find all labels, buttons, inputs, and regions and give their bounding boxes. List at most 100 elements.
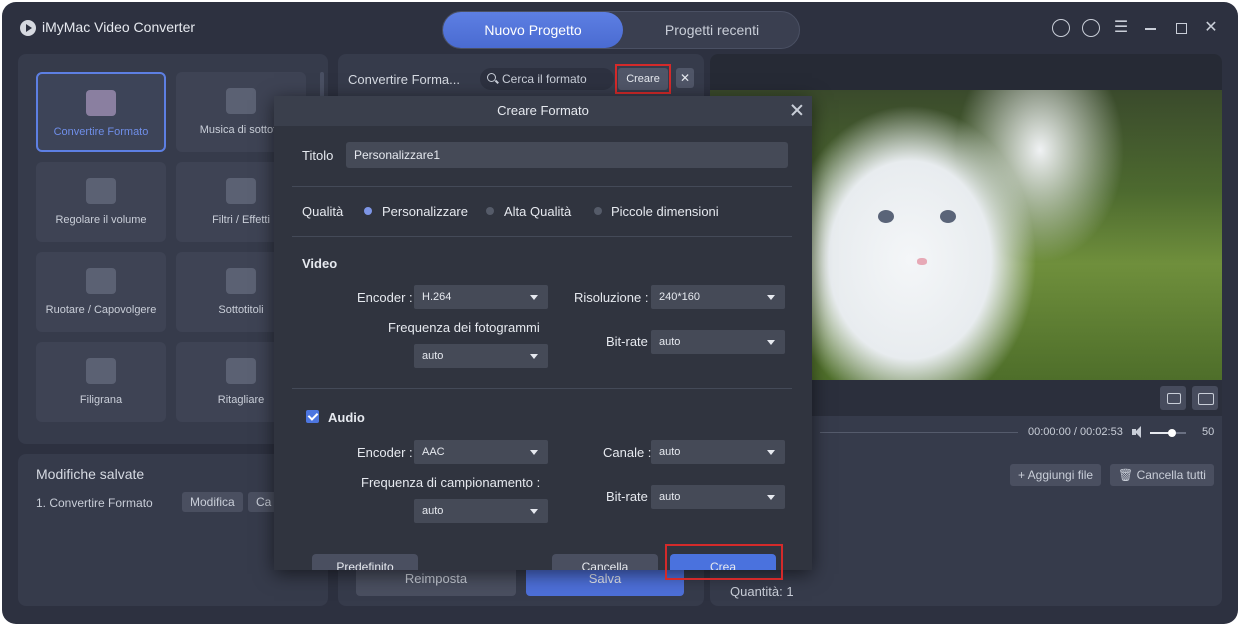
quality-option-high[interactable]: Alta Qualità [504, 204, 571, 219]
quality-radio-high[interactable] [486, 207, 494, 215]
crop-icon [226, 358, 256, 384]
dialog-close-icon[interactable] [790, 103, 804, 117]
saved-changes-title: Modifiche salvate [36, 466, 145, 482]
audio-checkbox[interactable] [306, 410, 319, 423]
sample-rate-select[interactable]: auto [414, 499, 548, 523]
channel-select[interactable]: auto [651, 440, 785, 464]
gear-icon[interactable] [1082, 19, 1100, 37]
channel-value: auto [659, 446, 681, 458]
resolution-value: 240*160 [659, 291, 700, 303]
chevron-down-icon [530, 450, 538, 455]
frame-rate-value: auto [422, 350, 444, 362]
volume-slider[interactable] [1150, 429, 1186, 437]
add-file-button[interactable]: + Aggiungi file [1010, 464, 1102, 486]
audio-bitrate-value: auto [659, 491, 681, 503]
search-placeholder: Cerca il formato [502, 72, 587, 86]
format-search-input[interactable]: Cerca il formato [480, 68, 614, 90]
convert-format-icon [86, 90, 116, 116]
video-encoder-value: H.264 [422, 291, 452, 303]
video-frame-detail [940, 210, 956, 223]
sample-rate-value: auto [422, 505, 444, 517]
cancel-button[interactable]: Cancella [552, 554, 658, 570]
saved-item: 1. Convertire Formato [36, 496, 153, 510]
quality-option-small[interactable]: Piccole dimensioni [611, 204, 719, 219]
tab-recent-projects[interactable]: Progetti recenti [623, 12, 801, 48]
modify-button[interactable]: Modifica [182, 492, 243, 512]
video-frame-detail [878, 210, 894, 223]
music-icon [226, 88, 256, 114]
tool-label: Convertire Formato [53, 126, 149, 138]
quality-radio-custom[interactable] [364, 207, 372, 215]
tool-label: Ruotare / Capovolgere [45, 304, 157, 316]
video-bitrate-select[interactable]: auto [651, 330, 785, 354]
filters-icon [226, 178, 256, 204]
create-highlight-box [615, 64, 671, 94]
video-encoder-select[interactable]: H.264 [414, 285, 548, 309]
tool-rotate-flip[interactable]: Ruotare / Capovolgere [36, 252, 166, 332]
chevron-down-icon [767, 495, 775, 500]
divider [292, 236, 792, 237]
tool-watermark[interactable]: Filigrana [36, 342, 166, 422]
chevron-down-icon [530, 509, 538, 514]
video-frame-detail [917, 258, 927, 265]
title-label: Titolo [302, 148, 334, 163]
window-controls: ☰ ✕ [1052, 18, 1220, 38]
account-icon[interactable] [1052, 19, 1070, 37]
chevron-down-icon [530, 295, 538, 300]
audio-encoder-select[interactable]: AAC [414, 440, 548, 464]
resolution-select[interactable]: 240*160 [651, 285, 785, 309]
subtitles-icon [226, 268, 256, 294]
preview-top-bar [710, 54, 1222, 90]
playback-timeline[interactable] [820, 432, 1018, 433]
camera-icon[interactable] [1160, 386, 1186, 410]
video-bitrate-value: auto [659, 336, 681, 348]
format-panel-title: Convertire Forma... [348, 72, 460, 87]
volume-value: 50 [1202, 426, 1215, 438]
app-window: iMyMac Video Converter Nuovo Progetto Pr… [2, 2, 1238, 624]
maximize-icon[interactable] [1172, 19, 1190, 37]
audio-encoder-value: AAC [422, 446, 445, 458]
audio-bitrate-label: Bit-rate [606, 489, 648, 504]
tool-label: Regolare il volume [55, 214, 147, 226]
clear-all-button[interactable]: 🗑 Cancella tutti [1110, 464, 1214, 486]
audio-encoder-label: Encoder : [357, 445, 413, 460]
frame-rate-label: Frequenza dei fotogrammi [388, 320, 540, 335]
chevron-down-icon [767, 340, 775, 345]
audio-section-label: Audio [328, 410, 365, 425]
channel-label: Canale : [603, 445, 652, 460]
dialog-title: Creare Formato [274, 96, 812, 126]
tool-label: Filigrana [79, 394, 123, 406]
quantity-label: Quantità: 1 [730, 584, 794, 599]
default-button[interactable]: Predefinito [312, 554, 418, 570]
app-title: iMyMac Video Converter [42, 19, 196, 35]
video-bitrate-label: Bit-rate [606, 334, 648, 349]
minimize-icon[interactable] [1142, 19, 1160, 37]
menu-icon[interactable]: ☰ [1112, 19, 1130, 37]
tab-new-project[interactable]: Nuovo Progetto [443, 12, 623, 48]
volume-knob[interactable] [1167, 429, 1176, 437]
divider [292, 388, 792, 389]
tool-adjust-volume[interactable]: Regolare il volume [36, 162, 166, 242]
resolution-label: Risoluzione : [574, 290, 649, 305]
rotate-icon [86, 268, 116, 294]
playback-time: 00:00:00 / 00:02:53 [1028, 426, 1123, 438]
quality-radio-small[interactable] [594, 207, 602, 215]
sample-rate-label: Frequenza di campionamento : [361, 475, 541, 490]
audio-bitrate-select[interactable]: auto [651, 485, 785, 509]
tool-convert-format[interactable]: Convertire Formato [36, 72, 166, 152]
chevron-down-icon [530, 354, 538, 359]
divider [292, 186, 792, 187]
quality-option-custom[interactable]: Personalizzare [382, 204, 468, 219]
title-input[interactable]: Personalizzare1 [346, 142, 788, 168]
close-window-icon[interactable]: ✕ [1202, 19, 1220, 37]
frame-rate-select[interactable]: auto [414, 344, 548, 368]
close-panel-button[interactable]: ✕ [676, 68, 694, 88]
volume-bell-icon [86, 178, 116, 204]
fullscreen-icon[interactable] [1192, 386, 1218, 410]
chevron-down-icon [767, 295, 775, 300]
video-encoder-label: Encoder : [357, 290, 413, 305]
create-highlight-box [665, 544, 783, 580]
volume-icon[interactable] [1132, 426, 1144, 438]
quality-label: Qualità [302, 204, 344, 219]
app-logo-icon [20, 20, 36, 36]
